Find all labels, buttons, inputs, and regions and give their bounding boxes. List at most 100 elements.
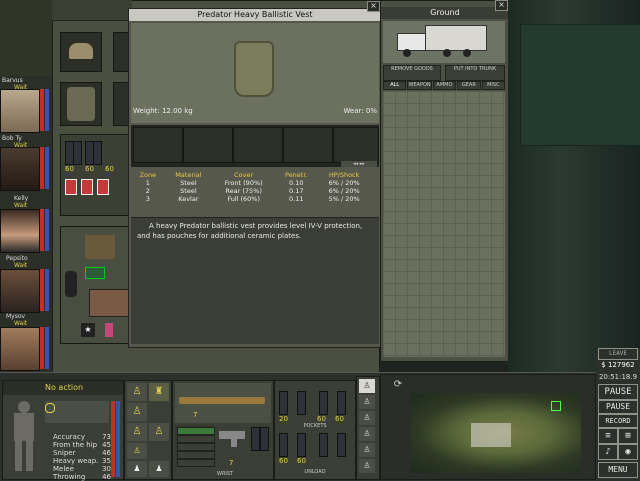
fire-mode-button[interactable] bbox=[177, 451, 215, 459]
plate-slot[interactable] bbox=[183, 127, 233, 163]
grenade-icon[interactable] bbox=[65, 271, 77, 297]
device-icon[interactable] bbox=[85, 267, 105, 279]
health-bar bbox=[40, 327, 44, 369]
merc-card-bob-ty[interactable]: Bob Ty Wait bbox=[0, 135, 49, 191]
magazine-icon[interactable] bbox=[319, 391, 328, 415]
shell-box-icon[interactable] bbox=[81, 179, 93, 195]
scroll-arrows[interactable]: ◂◂ ▸▸ bbox=[341, 161, 377, 167]
money-display: $ 127962 bbox=[601, 361, 635, 369]
tab-weapon[interactable]: WEAPON bbox=[407, 81, 432, 90]
fire-mode-button[interactable] bbox=[177, 427, 215, 435]
magazine-icon bbox=[251, 427, 260, 451]
remove-goods-button[interactable]: REMOVE GOODS bbox=[383, 65, 441, 81]
throw-icon[interactable]: ♙ bbox=[359, 459, 375, 473]
menu-button[interactable]: MENU bbox=[598, 462, 638, 478]
col-header: Penetr. bbox=[285, 171, 308, 179]
leave-button[interactable]: LEAVE bbox=[598, 348, 638, 360]
merc-card-mysov[interactable]: Mysov Wait bbox=[0, 313, 49, 371]
tab-gear[interactable]: GEAR bbox=[457, 81, 481, 90]
vest-icon bbox=[67, 87, 95, 121]
mask-slot[interactable] bbox=[113, 32, 129, 72]
world-view bbox=[508, 0, 640, 372]
table-cell: 0.10 bbox=[289, 179, 304, 187]
run-icon[interactable]: ♜ bbox=[149, 383, 169, 401]
merc-status: Wait bbox=[14, 262, 28, 269]
move-icon[interactable]: ♙ bbox=[359, 379, 375, 393]
magazine-icon[interactable] bbox=[279, 433, 288, 457]
item-preview: Weight: 12.00 kg Wear: 0% bbox=[131, 23, 379, 123]
description-box: A heavy Predator ballistic vest provides… bbox=[131, 217, 379, 344]
fire-mode-button[interactable] bbox=[177, 435, 215, 443]
table-cell: Steel bbox=[180, 179, 197, 187]
magazine-icon[interactable] bbox=[297, 391, 306, 415]
ground-item-grid[interactable] bbox=[383, 91, 505, 357]
camera-icon[interactable]: ◉ bbox=[618, 444, 638, 460]
health-bar bbox=[40, 89, 44, 131]
magazine-icon[interactable] bbox=[93, 141, 102, 165]
pistol-mag-slot[interactable] bbox=[251, 427, 269, 457]
plate-slot[interactable] bbox=[233, 127, 283, 163]
col-header: Zone bbox=[139, 171, 157, 179]
shell-box-icon[interactable] bbox=[97, 179, 109, 195]
pause-mode-button[interactable]: PAUSE bbox=[598, 400, 638, 414]
rotate-icon[interactable]: ⟳ bbox=[391, 379, 405, 391]
merc-card-barvus[interactable]: Barvus Wait bbox=[0, 77, 49, 133]
magazine-icon[interactable] bbox=[319, 433, 328, 457]
walk-mode-icon[interactable]: ♙ bbox=[359, 395, 375, 409]
crawl-icon[interactable]: ♙ bbox=[359, 427, 375, 441]
fire-mode-button[interactable] bbox=[177, 459, 215, 467]
stand-stance-icon[interactable]: ♙ bbox=[127, 383, 147, 401]
star-icon[interactable]: ★ bbox=[81, 323, 95, 337]
squad-icon[interactable]: ♟ bbox=[149, 461, 169, 477]
vest-slot[interactable] bbox=[60, 82, 102, 126]
action-label: No action bbox=[3, 381, 123, 395]
walk-icon[interactable]: ♙ bbox=[127, 443, 147, 459]
sneak-icon[interactable]: ♙ bbox=[359, 411, 375, 425]
magazine-icon[interactable] bbox=[337, 391, 346, 415]
prone-stance-icon[interactable]: ♙ bbox=[127, 423, 147, 441]
magazine-icon[interactable] bbox=[337, 433, 346, 457]
tab-ammo[interactable]: AMMO bbox=[432, 81, 457, 90]
merc-card-kelly[interactable]: Kelly Wait bbox=[0, 195, 49, 253]
crouch-stance-icon[interactable]: ♙ bbox=[127, 403, 147, 421]
map-icon[interactable]: ⊞ bbox=[618, 428, 638, 444]
merc-card-pepsito[interactable]: Pepsito Wait bbox=[0, 255, 49, 313]
plate-slot[interactable] bbox=[333, 127, 379, 163]
belt-pouches[interactable]: 60 60 60 bbox=[60, 134, 130, 216]
fire-mode-panel[interactable] bbox=[175, 425, 215, 467]
pistol-icon bbox=[219, 431, 245, 439]
magazine-icon[interactable] bbox=[73, 141, 82, 165]
terrain-map[interactable] bbox=[411, 393, 581, 473]
magazine-icon[interactable] bbox=[297, 433, 306, 457]
sound-icon[interactable]: ♪ bbox=[598, 444, 618, 460]
tab-misc[interactable]: MISC bbox=[481, 81, 506, 90]
log-icon[interactable]: ≡ bbox=[598, 428, 618, 444]
lie-icon[interactable]: ♙ bbox=[149, 423, 169, 441]
primary-weapon-slot[interactable]: 7 bbox=[175, 383, 271, 423]
medkit-icon[interactable] bbox=[89, 289, 129, 317]
magazine-icon[interactable] bbox=[279, 391, 288, 415]
close-icon[interactable]: × bbox=[495, 0, 508, 11]
pause-button[interactable]: PAUSE bbox=[598, 384, 638, 400]
plate-slot[interactable] bbox=[283, 127, 333, 163]
gloves-slot[interactable] bbox=[113, 82, 129, 126]
aim-icon[interactable]: ♙ bbox=[359, 443, 375, 457]
close-icon[interactable]: × bbox=[367, 1, 380, 12]
helmet-slot[interactable] bbox=[60, 32, 102, 72]
tab-all[interactable]: ALL bbox=[383, 81, 407, 90]
item-icon[interactable] bbox=[105, 323, 113, 337]
put-into-trunk-button[interactable]: PUT INTO TRUNK bbox=[445, 65, 505, 81]
fire-mode-button[interactable] bbox=[177, 443, 215, 451]
map-item-icon[interactable] bbox=[85, 235, 115, 259]
secondary-weapon-slot[interactable] bbox=[217, 427, 249, 447]
helmet-icon bbox=[69, 43, 93, 59]
table-cell: Full (60%) bbox=[227, 195, 261, 203]
backpack-area[interactable]: ★ bbox=[60, 226, 130, 344]
minimap[interactable]: ⟳ bbox=[380, 374, 596, 480]
unload-button[interactable]: UNLOAD bbox=[275, 469, 355, 475]
group-icon[interactable]: ♟ bbox=[127, 461, 147, 477]
plate-slot[interactable] bbox=[133, 127, 183, 163]
shell-box-icon[interactable] bbox=[65, 179, 77, 195]
record-button[interactable]: RECORD bbox=[598, 414, 638, 428]
health-bar bbox=[40, 209, 44, 251]
